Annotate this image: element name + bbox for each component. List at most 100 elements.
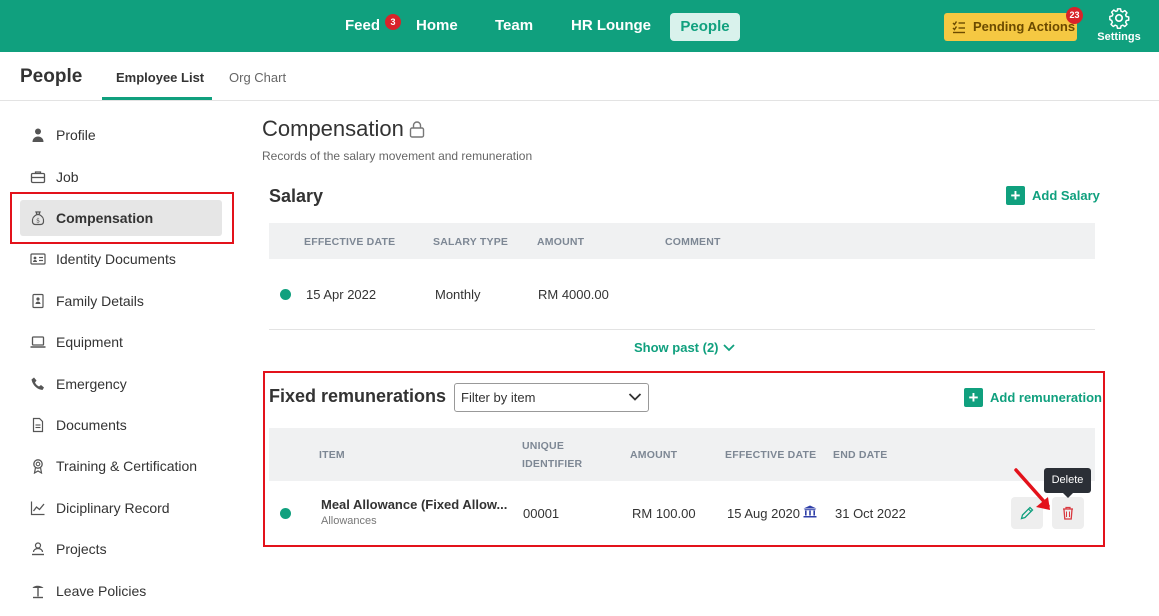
salary-effective-date: 15 Apr 2022 bbox=[306, 287, 377, 302]
remuneration-item-category: Allowances bbox=[321, 515, 377, 527]
nav-people[interactable]: People bbox=[670, 13, 740, 41]
sidebar-item-label: Equipment bbox=[56, 334, 123, 350]
sidebar-item-label: Leave Policies bbox=[56, 583, 147, 599]
sidebar-item-training-certification[interactable]: Training & Certification bbox=[30, 456, 197, 476]
sidebar-item-emergency[interactable]: Emergency bbox=[30, 374, 127, 394]
projects-icon bbox=[32, 542, 44, 556]
plus-icon: + bbox=[1006, 186, 1025, 205]
phone-icon bbox=[31, 377, 44, 390]
column-header: AMOUNT bbox=[537, 236, 585, 248]
money-bag-icon: $ bbox=[31, 211, 45, 226]
feed-badge: 3 bbox=[385, 14, 401, 30]
settings-label: Settings bbox=[1097, 31, 1141, 43]
sidebar-item-label: Documents bbox=[56, 417, 127, 433]
settings-button[interactable]: Settings bbox=[1097, 7, 1141, 43]
sidebar-item-documents[interactable]: Documents bbox=[30, 415, 127, 435]
column-header: EFFECTIVE DATE bbox=[304, 236, 396, 248]
fixed-remunerations-title: Fixed remunerations bbox=[269, 386, 447, 406]
laptop-icon bbox=[30, 336, 46, 348]
page-subtitle: Records of the salary movement and remun… bbox=[262, 149, 533, 163]
award-icon bbox=[33, 459, 43, 474]
sidebar-item-family-details[interactable]: Family Details bbox=[30, 291, 144, 311]
column-header: AMOUNT bbox=[630, 449, 678, 461]
chevron-down-icon bbox=[628, 393, 642, 401]
column-header: SALARY TYPE bbox=[433, 236, 509, 248]
sidebar-item-equipment[interactable]: Equipment bbox=[30, 332, 123, 352]
page-section-title: People bbox=[20, 66, 83, 87]
trash-icon bbox=[1063, 506, 1073, 520]
sidebar-item-job[interactable]: Job bbox=[30, 167, 79, 187]
top-navigation-bar: Feed 3 Home Team HR Lounge People Pendin… bbox=[0, 0, 1159, 52]
checklist-icon bbox=[952, 21, 965, 34]
pending-actions-label: Pending Actions bbox=[973, 19, 1076, 34]
column-header: ITEM bbox=[319, 449, 345, 461]
active-tab-indicator bbox=[102, 97, 212, 100]
sidebar-item-projects[interactable]: Projects bbox=[30, 539, 107, 559]
column-header: END DATE bbox=[833, 449, 888, 461]
beach-icon bbox=[32, 585, 44, 599]
sidebar-item-label: Family Details bbox=[56, 293, 144, 309]
briefcase-icon bbox=[30, 171, 46, 184]
nav-home[interactable]: Home bbox=[416, 17, 458, 34]
sidebar-item-profile[interactable]: Profile bbox=[30, 125, 96, 145]
chart-icon bbox=[30, 501, 45, 516]
sidebar-item-compensation[interactable]: $ Compensation bbox=[30, 208, 153, 228]
divider bbox=[269, 329, 1095, 330]
lock-icon bbox=[409, 121, 425, 138]
add-salary-button[interactable]: + Add Salary bbox=[1006, 186, 1100, 205]
show-past-button[interactable]: Show past (2) bbox=[634, 340, 736, 355]
filter-by-item-select[interactable]: Filter by item bbox=[454, 383, 649, 412]
sidebar-item-label: Compensation bbox=[56, 210, 154, 226]
filter-placeholder: Filter by item bbox=[461, 390, 536, 405]
salary-type: Monthly bbox=[435, 287, 481, 302]
sidebar-item-label: Emergency bbox=[56, 376, 127, 392]
column-header: UNIQUE bbox=[522, 440, 565, 452]
status-dot bbox=[280, 508, 291, 519]
red-arrow-annotation bbox=[1014, 468, 1050, 510]
sidebar-item-label: Job bbox=[56, 169, 79, 185]
remuneration-effective-date: 15 Aug 2020 bbox=[727, 506, 801, 521]
sidebar-item-label: Projects bbox=[56, 541, 107, 557]
tab-org-chart[interactable]: Org Chart bbox=[229, 70, 286, 85]
salary-table-header: EFFECTIVE DATE SALARY TYPE AMOUNT COMMEN… bbox=[269, 223, 1095, 259]
chevron-down-icon bbox=[722, 343, 735, 351]
sidebar-item-leave-policies[interactable]: Leave Policies bbox=[30, 581, 146, 601]
column-header: IDENTIFIER bbox=[522, 458, 583, 470]
tab-employee-list[interactable]: Employee List bbox=[116, 70, 204, 85]
pending-actions-button[interactable]: Pending Actions bbox=[944, 13, 1077, 41]
person-icon bbox=[32, 128, 44, 142]
page-title-text: Compensation bbox=[262, 116, 404, 141]
remuneration-amount: RM 100.00 bbox=[632, 506, 696, 521]
sub-header: People Employee List Org Chart bbox=[0, 52, 1159, 101]
column-header: COMMENT bbox=[665, 236, 721, 248]
status-dot bbox=[280, 289, 291, 300]
column-header: EFFECTIVE DATE bbox=[725, 449, 817, 461]
salary-section-title: Salary bbox=[269, 186, 324, 206]
nav-team[interactable]: Team bbox=[495, 17, 533, 34]
salary-amount: RM 4000.00 bbox=[538, 287, 609, 302]
sidebar-item-identity-documents[interactable]: Identity Documents bbox=[30, 249, 176, 269]
remuneration-end-date: 31 Oct 2022 bbox=[835, 506, 906, 521]
document-icon bbox=[32, 417, 44, 433]
remuneration-unique-identifier: 00001 bbox=[523, 506, 560, 521]
page-title: Compensation bbox=[262, 116, 426, 142]
bank-icon bbox=[803, 505, 817, 518]
fixed-table-header: ITEM UNIQUE IDENTIFIER AMOUNT EFFECTIVE … bbox=[269, 428, 1095, 481]
sidebar-item-label: Identity Documents bbox=[56, 251, 176, 267]
svg-text:$: $ bbox=[36, 217, 40, 224]
remuneration-item-name: Meal Allowance (Fixed Allow... bbox=[321, 497, 508, 512]
nav-feed[interactable]: Feed bbox=[345, 17, 380, 34]
pending-actions-badge: 23 bbox=[1066, 7, 1083, 24]
add-remuneration-label: Add remuneration bbox=[990, 390, 1102, 405]
gear-icon bbox=[1109, 8, 1130, 29]
sidebar-item-label: Profile bbox=[56, 127, 96, 143]
show-past-label: Show past (2) bbox=[634, 340, 719, 355]
sidebar-item-label: Training & Certification bbox=[56, 458, 198, 474]
add-remuneration-button[interactable]: + Add remuneration bbox=[964, 388, 1102, 407]
plus-icon: + bbox=[964, 388, 983, 407]
sidebar-item-label: Diciplinary Record bbox=[56, 500, 170, 516]
family-icon bbox=[32, 293, 44, 309]
sidebar-item-diciplinary-record[interactable]: Diciplinary Record bbox=[30, 498, 170, 518]
add-salary-label: Add Salary bbox=[1032, 188, 1100, 203]
nav-hr-lounge[interactable]: HR Lounge bbox=[571, 17, 651, 34]
